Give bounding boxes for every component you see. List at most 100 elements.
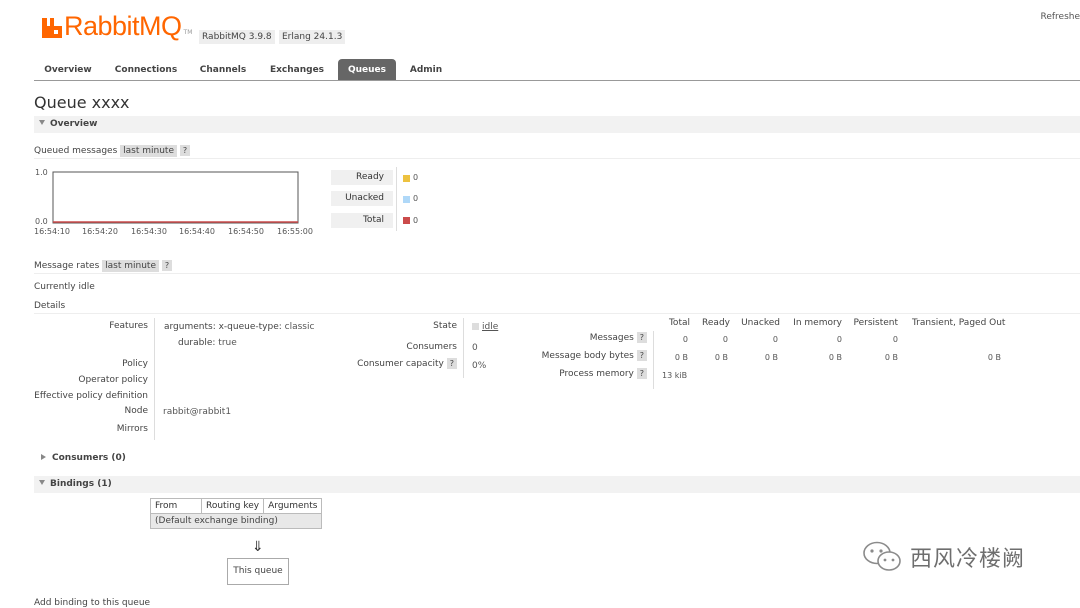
body-bytes-unacked: 0 B [764,353,778,362]
tab-queues[interactable]: Queues [338,59,396,81]
bindings-section-bar [34,476,1080,493]
stats-col-transient: Transient, Paged Out [912,318,1006,328]
state-value[interactable]: idle [482,322,498,332]
operator-policy-label: Operator policy [78,375,148,385]
body-bytes-in-memory: 0 B [828,353,842,362]
chart-x-tick: 16:54:10 [34,227,70,236]
chevron-down-icon [39,480,45,485]
page-title: Queue xxxx [34,93,130,112]
node-label: Node [124,406,149,416]
node-value: rabbit@rabbit1 [163,407,232,417]
consumers-value: 0 [472,343,478,353]
bindings-section-toggle[interactable]: Bindings (1) [39,479,112,489]
legend-total-swatch[interactable] [403,217,410,224]
add-binding-label: Add binding to this queue [34,598,151,608]
legend-divider [396,167,397,231]
messages-ready: 0 [722,335,728,344]
process-memory-help-icon[interactable]: ? [636,368,647,379]
stats-col-ready: Ready [702,318,730,328]
consumers-section-toggle[interactable]: Consumers (0) [41,453,126,463]
tab-admin[interactable]: Admin [404,59,448,81]
legend-unacked-label: Unacked [331,191,393,206]
rabbitmq-logo[interactable]: RabbitMQ TM [42,11,193,41]
consumers-section-bar [34,450,1080,467]
stats-col-unacked: Unacked [741,318,780,328]
tab-overview[interactable]: Overview [34,59,102,81]
divider [34,313,1080,314]
legend-ready-swatch[interactable] [403,175,410,182]
legend-unacked-swatch[interactable] [403,196,410,203]
consumer-capacity-row-label: Consumer capacity ? [330,358,457,369]
bindings-col-arguments: Arguments [263,498,323,514]
features-durable: durable: true [178,338,237,348]
queued-range-selector[interactable]: last minute [120,145,177,157]
refresh-control[interactable]: Refreshe [1040,12,1080,22]
messages-unacked: 0 [772,335,778,344]
rabbitmq-logo-icon [42,18,62,38]
xqueue-type-value: classic [284,322,315,332]
policy-label: Policy [122,359,148,369]
legend-ready-value: 0 [413,173,419,182]
body-bytes-total: 0 B [674,353,688,362]
features-label: Features [109,321,148,331]
rates-help-icon[interactable]: ? [161,260,173,271]
wechat-icon [863,541,901,571]
consumer-capacity-help-icon[interactable]: ? [446,358,457,369]
queued-messages-header: Queued messages last minute ? [34,145,191,157]
currently-idle-text: Currently idle [34,282,95,292]
arguments-key: arguments: [164,322,216,332]
messages-in-memory: 0 [836,335,842,344]
tab-exchanges[interactable]: Exchanges [264,59,330,81]
xqueue-type-key: x-queue-type: [218,322,282,332]
durable-value: true [218,338,237,348]
process-memory-value: 13 kiB [662,371,688,380]
divider [34,273,1080,274]
chart-x-tick: 16:54:50 [228,227,264,236]
tab-channels[interactable]: Channels [192,59,254,81]
consumers-section-label: Consumers (0) [52,453,126,463]
messages-total: 0 [682,335,688,344]
mirrors-label: Mirrors [116,424,148,434]
legend-ready-label: Ready [331,170,393,185]
messages-persistent: 0 [892,335,898,344]
trademark: TM [183,29,193,36]
chevron-down-icon [39,120,45,125]
details-divider [463,318,464,378]
messages-help-icon[interactable]: ? [636,332,647,343]
messages-row: 0 0 0 0 0 [654,335,1080,347]
bindings-table: From Routing key Arguments (Default exch… [149,498,323,529]
message-rates-label: Message rates [34,261,100,271]
durable-key: durable: [178,338,216,348]
body-bytes-help-icon[interactable]: ? [636,350,647,361]
stats-col-persistent: Persistent [853,318,898,328]
chevron-right-icon [41,454,46,460]
rabbitmq-version: RabbitMQ 3.9.8 [199,30,275,44]
overview-section-bar [34,116,1080,133]
body-bytes-row-label: Message body bytes ? [520,350,647,361]
state-label: State [433,321,457,331]
legend-unacked-value: 0 [413,194,419,203]
tab-connections[interactable]: Connections [108,59,184,81]
messages-row-label: Messages ? [520,332,647,343]
messages-label: Messages [589,333,634,343]
overview-section-label: Overview [50,119,98,129]
bindings-section-label: Bindings (1) [50,479,112,489]
watermark: 西风冷楼阙 [862,540,1025,574]
chart-y-max: 1.0 [35,168,48,177]
table-row: (Default exchange binding) [149,513,323,529]
legend-total-label: Total [331,213,393,228]
chart-x-tick: 16:55:00 [277,227,313,236]
bindings-table-header: From Routing key Arguments [150,498,323,514]
idle-state-icon [472,323,479,330]
brand-name: RabbitMQ [64,11,182,41]
bindings-col-routing-key: Routing key [200,498,265,514]
rates-range-selector[interactable]: last minute [102,260,159,272]
tab-divider [34,80,1080,81]
overview-section-toggle[interactable]: Overview [39,119,97,129]
erlang-version: Erlang 24.1.3 [279,30,346,44]
queued-help-icon[interactable]: ? [179,145,191,156]
consumers-label: Consumers [406,342,457,352]
process-memory-row-label: Process memory ? [520,368,647,379]
chart-x-tick: 16:54:40 [179,227,215,236]
down-arrow-icon: ⇓ [252,539,264,555]
